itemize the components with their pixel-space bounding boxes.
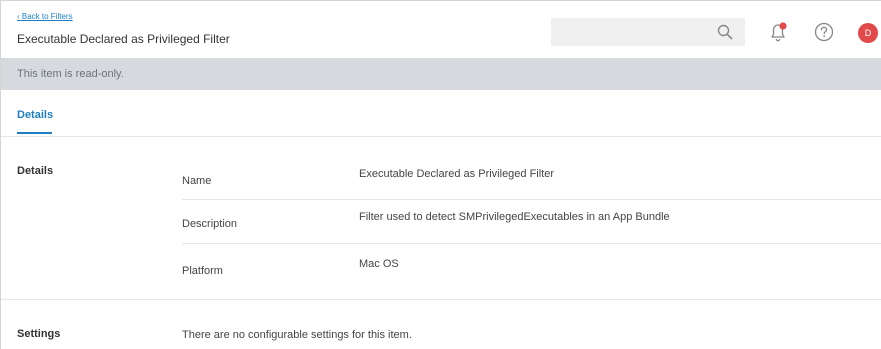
readonly-text: This item is read-only. <box>17 68 124 80</box>
field-divider <box>182 243 881 244</box>
name-value: Executable Declared as Privileged Filter <box>359 168 555 180</box>
header: ‹ Back to Filters Executable Declared as… <box>1 1 881 58</box>
page-title: Executable Declared as Privileged Filter <box>17 32 230 46</box>
avatar[interactable]: D <box>858 23 878 43</box>
back-to-filters-link[interactable]: ‹ Back to Filters <box>17 12 73 21</box>
field-divider <box>182 199 881 200</box>
tab-bar: Details <box>1 90 881 137</box>
tab-active-indicator <box>17 132 52 134</box>
description-value: Filter used to detect SMPrivilegedExecut… <box>359 211 670 223</box>
platform-label: Platform <box>182 265 223 277</box>
platform-value: Mac OS <box>359 258 399 270</box>
search-input[interactable] <box>551 18 745 46</box>
readonly-banner: This item is read-only. <box>1 58 881 90</box>
section-divider <box>1 299 881 300</box>
app-frame: ‹ Back to Filters Executable Declared as… <box>0 0 881 349</box>
notification-dot <box>779 22 787 30</box>
search-icon[interactable] <box>717 24 733 40</box>
details-section-heading: Details <box>17 165 54 177</box>
settings-message: There are no configurable settings for t… <box>182 329 412 341</box>
help-icon[interactable] <box>814 22 834 42</box>
name-label: Name <box>182 175 212 187</box>
tab-details[interactable]: Details <box>17 109 53 121</box>
settings-section-heading: Settings <box>17 328 61 340</box>
bell-icon[interactable] <box>768 21 788 43</box>
description-label: Description <box>182 218 238 230</box>
